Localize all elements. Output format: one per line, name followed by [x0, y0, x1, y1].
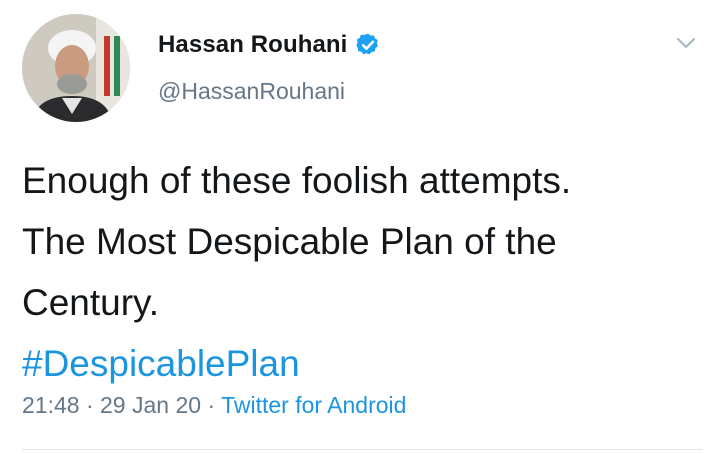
tweet-text-line: Enough of these foolish attempts. [22, 160, 572, 201]
author-name-row: Hassan Rouhani [158, 28, 381, 62]
author-handle[interactable]: @HassanRouhani [158, 78, 345, 105]
meta-separator: · [85, 392, 94, 418]
meta-separator: · [207, 392, 216, 418]
verified-badge-icon [356, 33, 379, 55]
tweet-meta: 21:48 · 29 Jan 20 · Twitter for Android [22, 392, 406, 419]
tweet-card: Hassan Rouhani @HassanRouhani Enough of … [0, 0, 720, 454]
display-name[interactable]: Hassan Rouhani [158, 31, 347, 59]
avatar[interactable] [22, 14, 130, 122]
tweet-text-line: The Most Despicable Plan of the [22, 221, 557, 262]
avatar-image [22, 14, 130, 122]
tweet-text-line: Century. [22, 282, 160, 323]
tweet-time[interactable]: 21:48 [22, 392, 80, 418]
chevron-down-icon[interactable] [674, 34, 698, 52]
divider [22, 449, 702, 450]
hashtag-link[interactable]: #DespicablePlan [22, 333, 702, 394]
tweet-source-link[interactable]: Twitter for Android [221, 392, 406, 418]
tweet-date[interactable]: 29 Jan 20 [100, 392, 201, 418]
tweet-text: Enough of these foolish attempts. The Mo… [22, 150, 702, 394]
